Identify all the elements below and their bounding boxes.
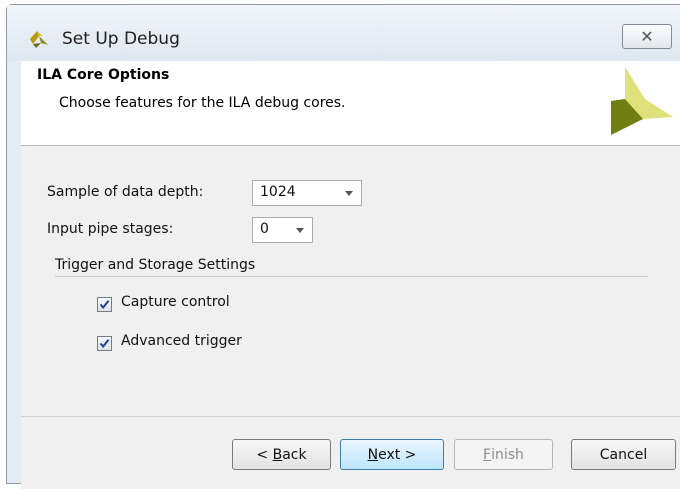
back-rest: ack [282,446,307,463]
page-subtitle: Choose features for the ILA debug cores. [59,95,346,111]
advanced-trigger-label[interactable]: Advanced trigger [121,333,242,349]
advanced-trigger-checkbox[interactable] [97,336,112,351]
finish-button: Finish [454,439,553,470]
next-rest: ext > [378,446,417,463]
xilinx-logo-icon [611,67,673,135]
finish-mnemonic: F [483,446,492,463]
back-prefix: < [256,446,273,463]
vivado-app-icon [30,31,48,48]
cancel-label: Cancel [599,446,648,463]
close-icon: ✕ [640,27,654,46]
next-mnemonic: N [367,446,379,463]
next-button[interactable]: Next > [340,439,444,470]
sample-depth-select[interactable]: 1024 [252,180,362,206]
group-divider [55,276,648,277]
sample-depth-label: Sample of data depth: [47,184,204,200]
cancel-button[interactable]: Cancel [571,439,676,470]
setup-debug-dialog: Set Up Debug ✕ ILA Core Options Choose f… [6,4,680,489]
wizard-header: ILA Core Options Choose features for the… [21,61,680,146]
checkmark-icon [99,339,110,349]
pipe-stages-label: Input pipe stages: [47,221,174,237]
pipe-stages-select[interactable]: 0 [252,217,313,243]
pipe-stages-value: 0 [260,221,269,237]
capture-control-label[interactable]: Capture control [121,294,230,310]
checkmark-icon [99,300,110,310]
close-button[interactable]: ✕ [622,24,672,49]
page-title: ILA Core Options [37,67,170,83]
window-title: Set Up Debug [62,29,180,49]
back-button[interactable]: < Back [232,439,331,470]
capture-control-checkbox[interactable] [97,297,112,312]
options-panel: Sample of data depth: 1024 Input pipe st… [21,146,680,489]
sample-depth-value: 1024 [260,184,296,200]
button-bar-divider [21,416,680,417]
group-title: Trigger and Storage Settings [55,257,256,273]
finish-rest: inish [491,446,524,463]
chevron-down-icon [296,228,304,233]
back-mnemonic: B [272,446,283,463]
title-bar[interactable]: Set Up Debug ✕ [7,5,680,61]
chevron-down-icon [345,191,353,196]
